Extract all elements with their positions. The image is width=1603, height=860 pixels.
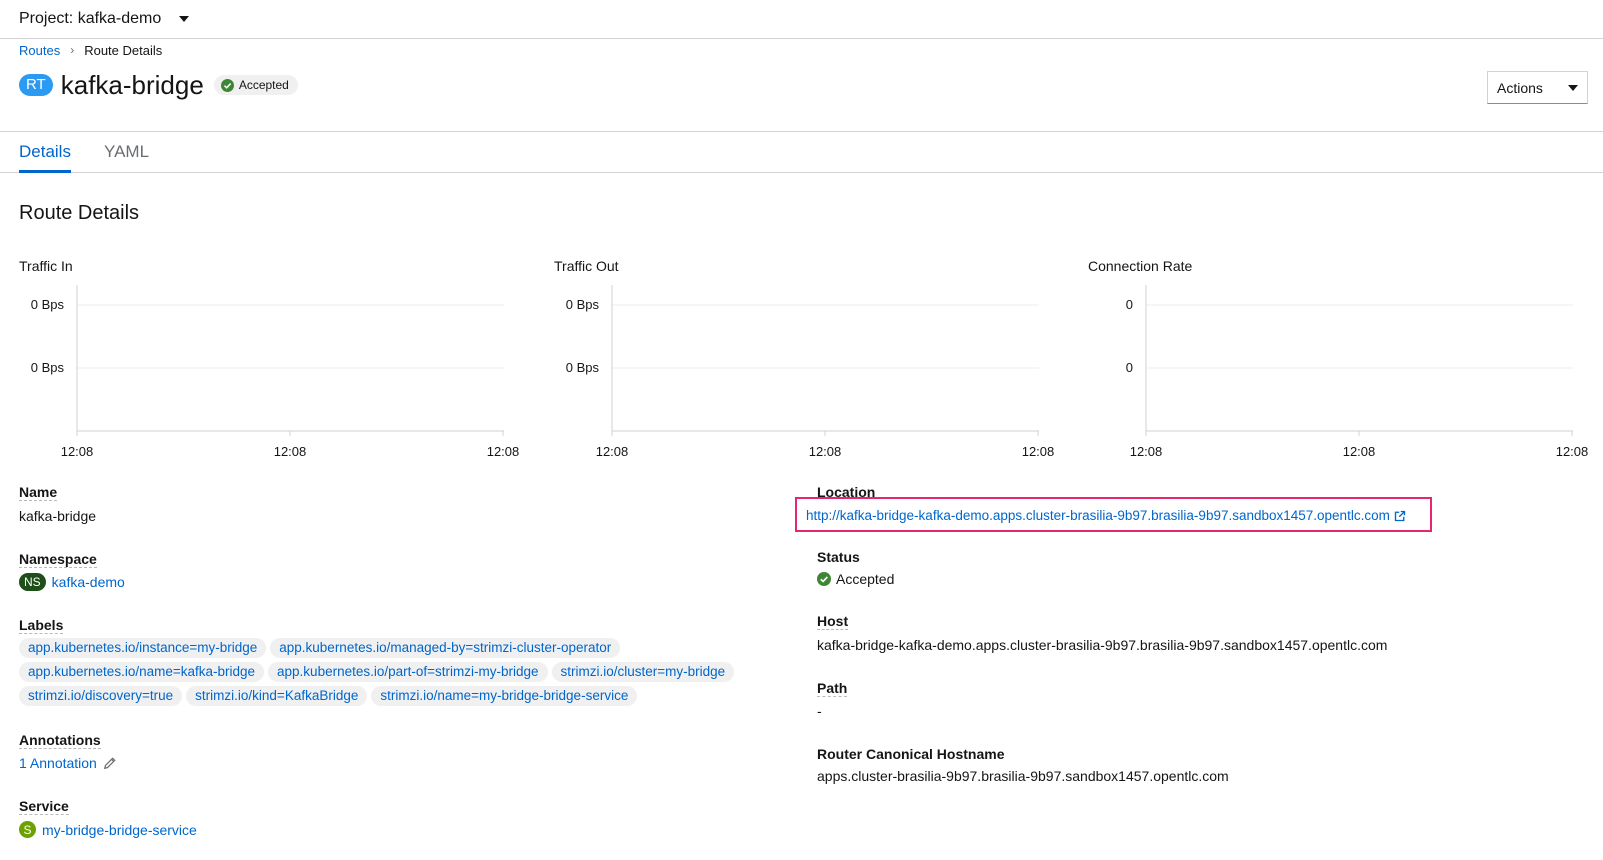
actions-button[interactable]: Actions (1487, 71, 1588, 104)
labels-label: Labels (19, 617, 64, 634)
chart-title: Connection Rate (1088, 258, 1193, 274)
namespace-value: NS kafka-demo (19, 573, 125, 591)
breadcrumb-current: Route Details (84, 42, 163, 58)
chart-title: Traffic In (19, 258, 73, 274)
y-tick-label: 0 Bps (566, 360, 600, 375)
project-bar: Project: kafka-demo (0, 0, 1603, 39)
tab-details[interactable]: Details (19, 142, 71, 173)
status-value: Accepted (817, 571, 894, 587)
path-value: - (817, 703, 822, 719)
y-tick-label: 0 (1126, 360, 1133, 375)
label-chip[interactable]: app.kubernetes.io/part-of=strimzi-my-bri… (268, 662, 548, 682)
y-tick-label: 0 Bps (31, 360, 65, 375)
namespace-link[interactable]: kafka-demo (52, 574, 125, 590)
namespace-label: Namespace (19, 551, 97, 568)
labels-list: app.kubernetes.io/instance=my-bridge app… (19, 638, 779, 710)
tab-bar: Details YAML (0, 131, 1603, 173)
label-chip[interactable]: app.kubernetes.io/managed-by=strimzi-clu… (270, 638, 621, 658)
chevron-right-icon: › (70, 43, 75, 57)
chart-plot: 0 0 12:08 12:08 12:08 (1126, 285, 1589, 459)
x-tick-label: 12:08 (1130, 444, 1163, 459)
resource-type-badge: RT (19, 74, 53, 96)
chart-plot: 0 Bps 0 Bps 12:08 12:08 12:08 (31, 285, 520, 459)
service-value: S my-bridge-bridge-service (19, 821, 197, 838)
page-heading: RT kafka-bridge Accepted (19, 70, 298, 100)
x-tick-label: 12:08 (1022, 444, 1055, 459)
service-label: Service (19, 798, 69, 815)
x-tick-label: 12:08 (487, 444, 520, 459)
host-label: Host (817, 613, 849, 630)
check-circle-icon (220, 78, 234, 92)
annotations-value: 1 Annotation (19, 755, 117, 771)
project-selector[interactable]: Project: kafka-demo (19, 7, 190, 31)
x-tick-label: 12:08 (809, 444, 842, 459)
page-title: kafka-bridge (60, 70, 204, 100)
y-tick-label: 0 (1126, 297, 1133, 312)
chart-traffic-in: Traffic In 0 Bps 0 Bps 12:08 12:08 12:08 (19, 258, 529, 468)
status-badge: Accepted (213, 75, 298, 95)
chart-title: Traffic Out (554, 258, 619, 274)
chart-plot: 0 Bps 0 Bps 12:08 12:08 12:08 (566, 285, 1055, 459)
breadcrumb-routes-link[interactable]: Routes (19, 43, 60, 58)
caret-down-icon (1568, 84, 1578, 91)
x-tick-label: 12:08 (274, 444, 307, 459)
namespace-badge: NS (19, 573, 46, 591)
service-badge: S (19, 821, 36, 838)
router-hostname-value: apps.cluster-brasilia-9b97.brasilia-9b97… (817, 768, 1229, 784)
external-link-icon[interactable] (1394, 510, 1406, 522)
status-value-text: Accepted (836, 571, 895, 587)
label-chip[interactable]: strimzi.io/name=my-bridge-bridge-service (371, 686, 638, 706)
breadcrumb: Routes › Route Details (19, 42, 162, 58)
label-chip[interactable]: app.kubernetes.io/instance=my-bridge (19, 638, 267, 658)
path-label: Path (817, 680, 848, 697)
status-badge-label: Accepted (238, 78, 289, 92)
x-tick-label: 12:08 (61, 444, 94, 459)
label-chip[interactable]: strimzi.io/discovery=true (19, 686, 183, 706)
name-label: Name (19, 484, 58, 501)
chart-traffic-out: Traffic Out 0 Bps 0 Bps 12:08 12:08 12:0… (554, 258, 1064, 468)
name-value: kafka-bridge (19, 508, 97, 524)
y-tick-label: 0 Bps (566, 297, 600, 312)
label-chip[interactable]: strimzi.io/cluster=my-bridge (551, 662, 735, 682)
status-label: Status (817, 549, 860, 565)
caret-down-icon (179, 16, 190, 22)
pencil-icon[interactable] (103, 756, 117, 770)
actions-button-label: Actions (1497, 79, 1543, 96)
location-link[interactable]: http://kafka-bridge-kafka-demo.apps.clus… (806, 508, 1390, 523)
chart-connection-rate: Connection Rate 0 0 12:08 12:08 12:08 (1088, 258, 1598, 468)
section-title: Route Details (19, 202, 140, 224)
router-hostname-label: Router Canonical Hostname (817, 746, 1005, 762)
y-tick-label: 0 Bps (31, 297, 65, 312)
label-chip[interactable]: strimzi.io/kind=KafkaBridge (186, 686, 368, 706)
x-tick-label: 12:08 (596, 444, 629, 459)
label-chip[interactable]: app.kubernetes.io/name=kafka-bridge (19, 662, 265, 682)
x-tick-label: 12:08 (1343, 444, 1376, 459)
annotations-link[interactable]: 1 Annotation (19, 755, 97, 771)
location-value: http://kafka-bridge-kafka-demo.apps.clus… (806, 508, 1406, 523)
annotations-label: Annotations (19, 732, 101, 749)
tab-yaml[interactable]: YAML (104, 142, 149, 170)
check-circle-icon (817, 572, 831, 586)
host-value: kafka-bridge-kafka-demo.apps.cluster-bra… (817, 637, 1388, 653)
x-tick-label: 12:08 (1556, 444, 1589, 459)
project-selector-label: Project: kafka-demo (19, 10, 162, 27)
service-link[interactable]: my-bridge-bridge-service (42, 822, 197, 838)
